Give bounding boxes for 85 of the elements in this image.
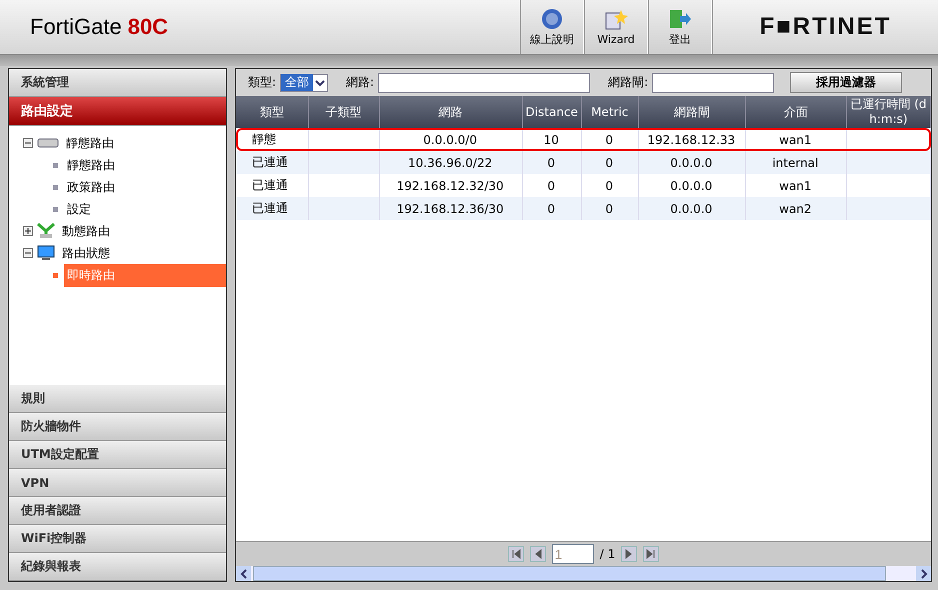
menu-section[interactable]: 規則 bbox=[9, 385, 226, 413]
column-header[interactable]: 網路閘 bbox=[638, 96, 746, 128]
column-header[interactable]: Distance bbox=[522, 96, 582, 128]
next-page-button[interactable] bbox=[621, 546, 638, 562]
menu-section[interactable]: 路由設定 bbox=[9, 97, 226, 126]
tree-item[interactable]: 靜態路由 bbox=[63, 132, 226, 154]
next-page-icon bbox=[624, 549, 634, 559]
table-cell: 0.0.0.0/0 bbox=[423, 132, 477, 146]
table-cell: 已連通 bbox=[252, 178, 288, 192]
type-dropdown[interactable]: 全部 bbox=[280, 74, 328, 92]
toolbar-button[interactable]: Wizard bbox=[584, 0, 648, 54]
collapse-icon[interactable] bbox=[23, 248, 33, 258]
table-cell: 0.0.0.0 bbox=[670, 156, 712, 170]
table-cell: wan1 bbox=[779, 178, 812, 192]
first-page-icon bbox=[510, 549, 521, 559]
column-header[interactable]: Metric bbox=[581, 96, 638, 128]
wand-icon bbox=[604, 8, 628, 30]
tree-item[interactable]: 政策路由 bbox=[64, 176, 226, 198]
toolbar-button[interactable]: 線上說明 bbox=[520, 0, 584, 54]
table-cell: 10.36.96.0/22 bbox=[408, 156, 492, 170]
menu-section[interactable]: UTM設定配置 bbox=[9, 441, 226, 469]
table-cell: 已連通 bbox=[252, 155, 288, 169]
bullet-icon bbox=[53, 272, 58, 278]
network-icon bbox=[37, 223, 55, 239]
table-cell: 0.0.0.0 bbox=[670, 202, 712, 216]
logo: F■RTINET bbox=[712, 0, 938, 54]
column-header[interactable]: 已運行時間 (d h:m:s) bbox=[846, 96, 930, 128]
table-cell: internal bbox=[772, 156, 818, 170]
column-header[interactable]: 子類型 bbox=[308, 96, 380, 128]
model-name: 80C bbox=[128, 14, 168, 40]
collapse-icon[interactable] bbox=[23, 138, 33, 148]
router-icon bbox=[37, 138, 59, 148]
tree-item[interactable]: 設定 bbox=[64, 198, 226, 220]
help-icon bbox=[541, 8, 563, 30]
table-cell: 0 bbox=[605, 132, 614, 146]
last-page-icon bbox=[646, 549, 656, 559]
table-cell: 10 bbox=[544, 132, 559, 146]
product-name: FortiGate bbox=[30, 14, 122, 40]
type-label: 類型: bbox=[248, 74, 276, 91]
gateway-field[interactable] bbox=[652, 72, 774, 92]
gateway-label: 網路閘: bbox=[608, 74, 648, 91]
tree-item[interactable]: 靜態路由 bbox=[64, 154, 226, 176]
network-label: 網路: bbox=[346, 74, 374, 91]
menu-section[interactable]: 紀錄與報表 bbox=[9, 553, 226, 581]
menu-section[interactable]: 系統管理 bbox=[9, 69, 226, 97]
menu-section[interactable]: WiFi控制器 bbox=[9, 525, 226, 553]
scroll-right-button[interactable] bbox=[916, 566, 931, 581]
previous-page-button[interactable] bbox=[530, 546, 546, 562]
column-header[interactable]: 類型 bbox=[236, 96, 308, 128]
monitor-icon bbox=[37, 245, 55, 261]
column-header[interactable]: 介面 bbox=[745, 96, 846, 128]
scroll-left-button[interactable] bbox=[236, 566, 251, 581]
table-cell: 0 bbox=[547, 156, 556, 170]
bullet-icon bbox=[53, 162, 58, 168]
menu-section[interactable]: VPN bbox=[9, 469, 226, 497]
table-cell: wan2 bbox=[779, 202, 812, 216]
table-cell: wan1 bbox=[779, 132, 812, 146]
apply-filter-button[interactable]: 採用過濾器 bbox=[790, 72, 902, 93]
table-cell: 靜態 bbox=[252, 132, 276, 146]
bullet-icon bbox=[53, 206, 58, 212]
previous-page-icon bbox=[532, 549, 543, 559]
menu-section[interactable]: 使用者認證 bbox=[9, 497, 226, 525]
tree-item[interactable]: 動態路由 bbox=[59, 220, 226, 242]
network-field[interactable] bbox=[378, 72, 590, 92]
column-header[interactable]: 網路 bbox=[379, 96, 522, 128]
table-cell: 0 bbox=[547, 202, 556, 216]
tree-item[interactable]: 路由狀態 bbox=[59, 242, 226, 264]
bullet-icon bbox=[53, 184, 58, 190]
expand-icon[interactable] bbox=[23, 226, 33, 236]
table-cell: 已連通 bbox=[252, 201, 288, 215]
menu-section[interactable]: 防火牆物件 bbox=[9, 413, 226, 441]
toolbar-button[interactable]: 登出 bbox=[648, 0, 712, 54]
table-cell: 0 bbox=[605, 202, 614, 216]
scrollbar-thumb[interactable] bbox=[253, 566, 886, 581]
table-cell: 192.168.12.33 bbox=[647, 132, 736, 146]
table-cell: 0.0.0.0 bbox=[670, 178, 712, 192]
table-cell: 0 bbox=[605, 178, 614, 192]
last-page-button[interactable] bbox=[643, 546, 660, 562]
table-cell: 192.168.12.36/30 bbox=[396, 202, 504, 216]
table-cell: 192.168.12.32/30 bbox=[396, 178, 504, 192]
table-cell: 0 bbox=[605, 156, 614, 170]
first-page-button[interactable] bbox=[508, 546, 524, 562]
page-total: / 1 bbox=[600, 547, 616, 561]
table-cell: 0 bbox=[547, 178, 556, 192]
exit-door-icon bbox=[668, 8, 692, 30]
